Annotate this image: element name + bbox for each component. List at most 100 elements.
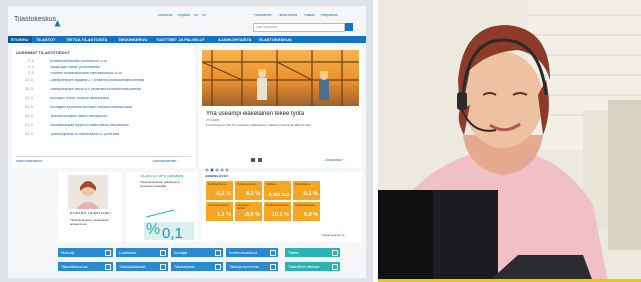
indicator-label: Ansiotasoindeksi [208,203,229,207]
website-page: Tilastokeskus Etusivulle Kirjaudu Sv En … [8,6,366,278]
quicklink[interactable]: Kuvaajat [171,248,223,257]
quicklink[interactable]: Tilastojulkistukset [116,262,168,271]
quicklink-icon [105,263,111,270]
nav-item-data-collection[interactable]: TIEDONKERUU [118,37,147,42]
indicators-title: AVAINLUVUT [205,175,229,178]
customer-service-photo [378,0,641,282]
quicklink-label: Kuvaajat [174,251,188,255]
quicklink[interactable]: Tilastokirjasto [171,262,223,271]
indicator-label: Vähittäiskauppa [295,203,315,207]
indicator-tile[interactable]: Ansiotasoindeksi 1,1 % [206,202,233,221]
quicklink-icon [160,249,166,256]
quicklink-label: Tilastollinen tutkimus [288,265,320,269]
stat-date: 31.3. [25,105,34,109]
divider [16,156,191,157]
stat-link[interactable]: Kiinteistöverotuksen tunnusluvut 2016 [50,60,107,63]
website-screenshot-panel: Tilastokeskus Etusivulle Kirjaudu Sv En … [0,0,373,282]
top-right-link[interactable]: Tietoa meistä [278,14,297,17]
top-right-link[interactable]: Yhteystiedot [320,14,338,17]
latest-statistics-title: UUSIMMAT TILASTOTIEDOT [16,51,71,55]
quicklink[interactable]: Hinta-äly [58,248,113,257]
nav-item-about-statistics[interactable]: TIETOA TILASTOISTA [66,37,107,42]
feature-title[interactable]: Yhä useampi eläkeläinen tekee työtä [206,111,304,117]
search-input[interactable]: Hae sivustolta [256,26,277,29]
quicklink[interactable]: Tilastot [285,248,340,257]
top-right-link[interactable]: Palaute [304,14,315,17]
nav-item-home[interactable]: ETUSIVU [11,37,28,42]
feature-text: Työssä käyvien 62–67-vuotiaiden eläkeläi… [206,124,312,127]
stat-date: 31.3. [25,78,34,82]
quicklink-label: Hinta-äly [61,251,75,255]
education-illustration: % 0,1 [144,202,194,242]
indicator-label: Teollisuustuotanto [266,203,289,207]
stat-link[interactable]: Työttömyysaste oli helmikuussa 8,3 prose… [50,133,119,136]
quicklink-label: Tilastokirjasto [174,265,195,269]
top-right-link[interactable]: Palvelumme [254,14,272,17]
quicklink[interactable]: Kuntien avainluvut [226,248,278,257]
feature-image[interactable] [202,50,359,106]
carousel-dots[interactable] [205,159,231,172]
indicator-value: 5 482 013 [268,192,289,197]
stat-date: 31.3. [25,114,34,118]
quicklink-icon [160,263,166,270]
release-calendar-link[interactable]: Julkistuskalenteri › [152,160,178,163]
nav-item-news[interactable]: AJANKOHTAISTA [218,37,252,42]
stat-link[interactable]: Vapaa-ajan väestö ja kausiväestö [50,66,100,69]
indicator-tile[interactable]: Kuluttajahinnat -0,1 % [206,181,233,200]
quicklink[interactable]: Tilastollinen tutkimus [285,262,340,271]
search-box[interactable]: Hae sivustolta [253,23,345,32]
indicator-tile[interactable]: Vähittäiskauppa 0,8 % [293,202,320,221]
indicator-tile[interactable]: Talouskasvu -0,1 % [293,181,320,200]
indicator-value: -0,1 % [215,191,231,197]
quicklink[interactable]: Tilastotietokannat [58,262,113,271]
quicklink-label: Tilastojulkistukset [119,265,146,269]
indicator-tile[interactable]: Väkiluku 5 482 013 [264,181,291,200]
search-icon[interactable] [345,23,353,31]
contact-title[interactable]: ETSITKÖ TILASTOJA? [70,212,111,216]
stat-link[interactable]: Teollisuustuotanto kasvoi helmikuussa [50,115,107,118]
indicator-tile[interactable]: Teollisuustuotanto 10,1 % [264,202,291,221]
education-title[interactable]: TILASTOT OPETUKSEEN [140,175,183,179]
stat-link[interactable]: Asuntojen hinnat nousivat helmikuussa [50,97,109,100]
indicator-label: Talouskasvu [295,182,311,186]
indicator-label: Väkiluku [266,182,277,186]
stat-date: 2.4. [28,65,35,69]
stat-link[interactable]: Kuluttajien luottamus talouteen vahvistu… [50,106,132,109]
indicator-value: 8,3 % [245,191,260,197]
nav-item-products[interactable]: TUOTTEET JA PALVELUT [156,37,205,42]
news-archive-link[interactable]: Uutisarkisto › [325,159,344,162]
indicator-label: Kuluttajahinnat [208,182,227,186]
top-link-en[interactable]: En [202,14,206,17]
quicklink[interactable]: Tilastoja numeroina [226,262,278,271]
quicklink-label: Luokitukset [119,251,137,255]
quicklink-icon [215,263,221,270]
indicator-tile[interactable]: Asuntojen hinnat -0,9 % [235,202,262,221]
contact-text: Tilastokeskuksen tietopalvelu auttaa sin… [70,218,109,226]
carousel-prev-icon[interactable] [251,158,255,162]
top-link-home[interactable]: Etusivulle [158,14,173,17]
all-indicators-link[interactable]: Kaikki avainluvut › [322,234,346,237]
quicklink[interactable]: Luokitukset [116,248,168,257]
feature-date: 27.3.2015 [206,119,220,122]
carousel-next-icon[interactable] [258,158,262,162]
feature-card: Yhä useampi eläkeläinen tekee työtä 27.3… [199,47,362,172]
top-link-login[interactable]: Kirjaudu [178,14,190,17]
nav-item-statistics[interactable]: TILASTOT [36,37,55,42]
stat-link[interactable]: Vähittäiskaupan myynnin määrä kasvoi hel… [50,124,129,127]
quicklink-icon [270,249,276,256]
indicator-value: 1,1 % [216,212,231,218]
latest-statistics-card: UUSIMMAT TILASTOTIEDOT 2.4. Kiinteistöve… [12,47,195,168]
nav-item-about-us[interactable]: TILASTOKESKUS [258,37,292,42]
indicator-tile[interactable]: Työttömyysaste 8,3 % [235,181,262,200]
stat-link[interactable]: Julkisyhteisöjen velka 63,6 prosenttia b… [50,88,141,91]
top-link-sv[interactable]: Sv [194,14,198,17]
stat-link[interactable]: Julkisyhteisöjen alijäämä 2,7 prosenttia… [50,79,144,82]
quicklink-icon [270,263,276,270]
indicators-card: AVAINLUVUT Kuluttajahinnat -0,1 % Työttöm… [202,172,362,242]
indicator-label: Työttömyysaste [237,182,257,186]
stat-date: 31.3. [25,87,34,91]
site-logo[interactable]: Tilastokeskus [14,16,56,23]
stat-date: 31.3. [25,96,34,100]
stat-link[interactable]: Yritysten toimialakohtaiset liikevaihtot… [50,72,122,75]
all-statistics-link[interactable]: Kaikki tilastotiedot › [16,160,43,163]
